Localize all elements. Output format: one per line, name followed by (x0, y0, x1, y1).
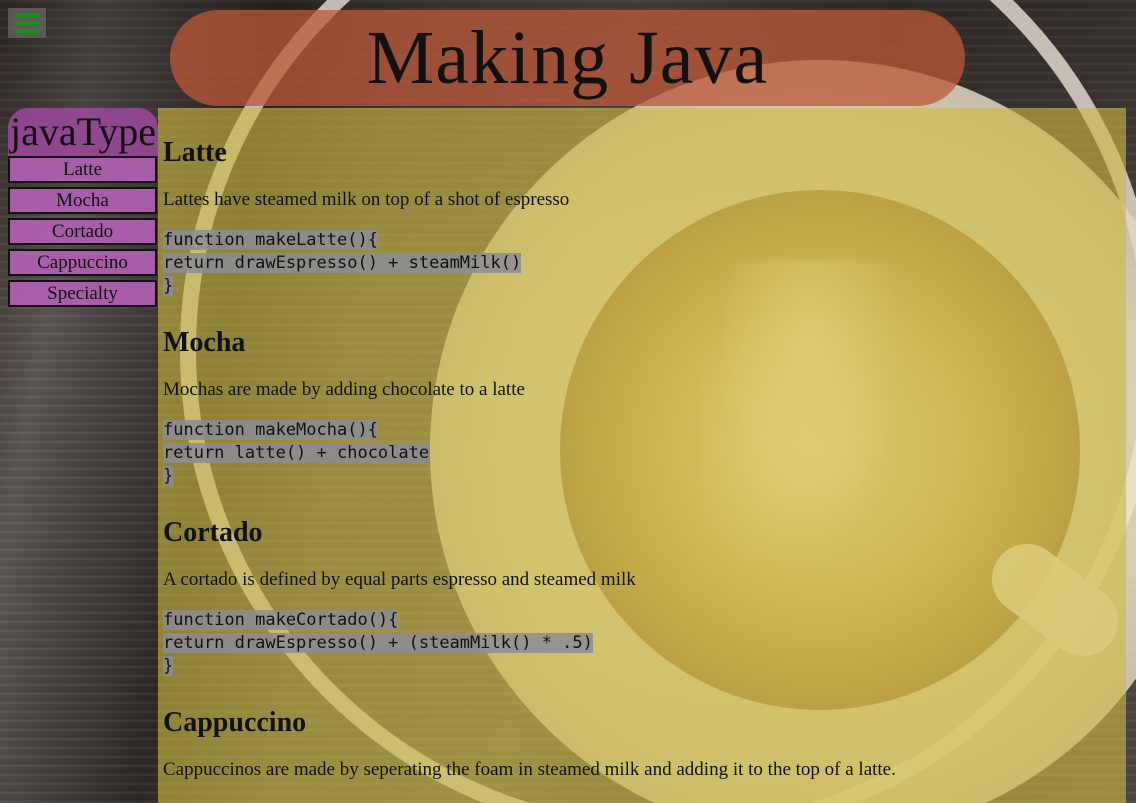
menu-bar (15, 29, 39, 33)
code-line: function makeMocha(){ (163, 419, 1126, 442)
section-cappuccino: Cappuccino Cappuccinos are made by seper… (163, 707, 1126, 782)
section-description: Mochas are made by adding chocolate to a… (163, 379, 525, 400)
code-block: function makeCortado(){ return drawEspre… (163, 609, 1126, 678)
menu-bar (15, 13, 39, 17)
code-text: function makeCortado(){ (163, 610, 399, 630)
code-line: function makeLatte(){ (163, 229, 1126, 252)
code-text: return drawEspresso() + steamMilk() (163, 253, 522, 273)
nav-item-mocha[interactable]: Mocha (8, 187, 157, 214)
code-text: } (163, 656, 174, 676)
section-heading: Mocha (163, 327, 246, 358)
nav-list: Latte Mocha Cortado Cappuccino Specialty (8, 156, 158, 307)
code-line: return drawEspresso() + (steamMilk() * .… (163, 632, 1126, 655)
section-cortado: Cortado A cortado is defined by equal pa… (163, 517, 1126, 678)
code-text: function makeMocha(){ (163, 420, 378, 440)
section-heading: Cortado (163, 517, 263, 548)
section-mocha: Mocha Mochas are made by adding chocolat… (163, 327, 1126, 488)
code-block: function makeLatte(){ return drawEspress… (163, 229, 1126, 298)
nav-item-specialty[interactable]: Specialty (8, 280, 157, 307)
code-line: return latte() + chocolate (163, 442, 1126, 465)
nav-item-cappuccino[interactable]: Cappuccino (8, 249, 157, 276)
code-text: function makeLatte(){ (163, 230, 378, 250)
nav-item-cortado[interactable]: Cortado (8, 218, 157, 245)
page-header: Making Java (170, 10, 965, 106)
code-block: function makeMocha(){ return latte() + c… (163, 419, 1126, 488)
main-content: Latte Lattes have steamed milk on top of… (158, 108, 1126, 803)
hamburger-menu-icon[interactable] (8, 8, 46, 38)
code-line: } (163, 465, 1126, 488)
code-line: return drawEspresso() + steamMilk() (163, 252, 1126, 275)
section-heading: Latte (163, 137, 227, 168)
code-line: } (163, 275, 1126, 298)
menu-bar (15, 21, 39, 25)
code-text: } (163, 276, 174, 296)
page-background: Making Java javaType Latte Mocha Cortado… (0, 0, 1136, 803)
section-heading: Cappuccino (163, 707, 307, 738)
nav-title: javaType (8, 108, 158, 156)
page-title: Making Java (366, 16, 769, 100)
code-text: return drawEspresso() + (steamMilk() * .… (163, 633, 593, 653)
nav-item-latte[interactable]: Latte (8, 156, 157, 183)
section-description: Lattes have steamed milk on top of a sho… (163, 189, 570, 210)
section-latte: Latte Lattes have steamed milk on top of… (163, 137, 1126, 298)
section-description: A cortado is defined by equal parts espr… (163, 569, 636, 590)
code-line: } (163, 655, 1126, 678)
code-text: return latte() + chocolate (163, 443, 430, 463)
code-line: function makeCortado(){ (163, 609, 1126, 632)
sidebar-nav: javaType Latte Mocha Cortado Cappuccino … (8, 108, 158, 311)
code-text: } (163, 466, 174, 486)
section-description: Cappuccinos are made by seperating the f… (163, 759, 896, 780)
